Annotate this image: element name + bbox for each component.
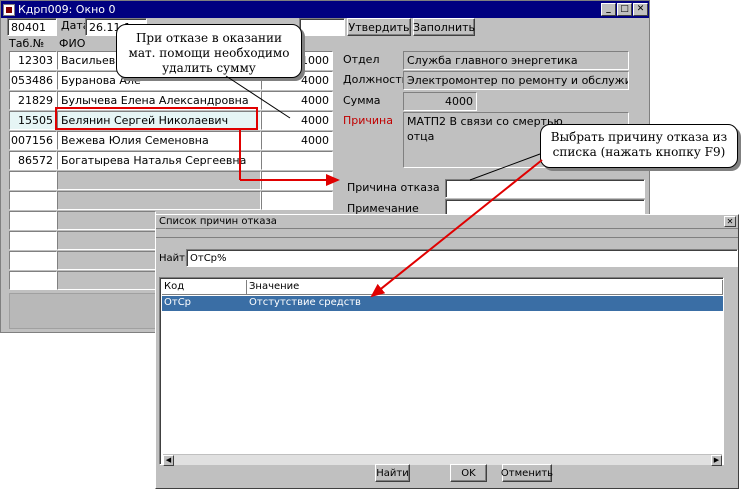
position-label: Должность (343, 73, 409, 86)
col-header-value: Значение (247, 280, 723, 295)
reason-row-selected[interactable]: ОтСр Отстутствие средств (162, 296, 723, 311)
find-input[interactable]: ОтСр% (186, 249, 738, 267)
refusal-reason-field[interactable] (445, 179, 645, 198)
refusal-reason-label: Причина отказа (347, 181, 440, 194)
callout1-line3: удалить сумму (162, 61, 256, 75)
fill-button[interactable]: Заполнить (413, 18, 475, 36)
position-value: Электромонтер по ремонту и обслуживанию (403, 71, 629, 90)
empty-row-fio[interactable] (57, 271, 156, 290)
empty-row-tabno[interactable] (9, 251, 57, 270)
callout2-line1: Выбрать причину отказа из (550, 130, 728, 144)
sum-label: Сумма (343, 94, 381, 107)
empty-row-tabno[interactable] (9, 271, 57, 290)
dialog-close-icon[interactable]: ✕ (724, 216, 736, 227)
row2-tabno[interactable]: 1053486 (9, 71, 57, 90)
row5-fio[interactable]: Вежева Юлия Семеновна (57, 131, 261, 150)
row4-fio[interactable]: Белянин Сергей Николаевич (57, 111, 261, 130)
empty-row-tabno[interactable] (9, 191, 57, 210)
reason-code: ОтСр (164, 297, 192, 308)
divider (156, 237, 738, 238)
row6-sum[interactable] (261, 151, 333, 170)
row5-sum[interactable]: 4000 (261, 131, 333, 150)
grid-footer (9, 293, 157, 329)
row4-sum[interactable]: 4000 (261, 111, 333, 130)
reason-value: Отстутствие средств (249, 297, 361, 308)
reason-label: Причина (343, 114, 393, 127)
horizontal-scrollbar[interactable]: ◀ ▶ (163, 454, 722, 466)
reasons-list: Код Значение ОтСр Отстутствие средств ◀ … (159, 277, 724, 466)
empty-row-fio[interactable] (57, 171, 261, 190)
empty-row-fio[interactable] (57, 251, 156, 270)
ok-button[interactable]: OK (450, 464, 487, 482)
row6-tabno[interactable]: 86572 (9, 151, 57, 170)
col-header-fio: ФИО (59, 37, 86, 50)
find-button[interactable]: Найти (375, 464, 410, 482)
scroll-right-icon[interactable]: ▶ (711, 455, 722, 466)
approve-button[interactable]: Утвердить (347, 18, 411, 36)
empty-row-fio[interactable] (57, 211, 156, 230)
row1-tabno[interactable]: 12303 (9, 51, 57, 70)
empty-row-tabno[interactable] (9, 231, 57, 250)
col-header-tabno: Таб.№ (9, 37, 45, 50)
callout1-line1: При отказе в оказании (135, 31, 283, 45)
row3-tabno[interactable]: 21829 (9, 91, 57, 110)
empty-row-tabno[interactable] (9, 211, 57, 230)
empty-row-tabno[interactable] (9, 171, 57, 190)
dept-value: Служба главного энергетика (403, 51, 629, 70)
col-header-code: Код (162, 280, 247, 295)
empty-row-fio[interactable] (57, 231, 156, 250)
row5-tabno[interactable]: 1007156 (9, 131, 57, 150)
close-icon[interactable]: ✕ (633, 3, 648, 16)
row3-fio[interactable]: Булычева Елена Александровна (57, 91, 261, 110)
maximize-icon[interactable]: □ (617, 3, 632, 16)
sum-value: 4000 (403, 92, 477, 111)
row6-fio[interactable]: Богатырева Наталья Сергеевна (57, 151, 261, 170)
scroll-left-icon[interactable]: ◀ (163, 455, 174, 466)
cancel-button[interactable]: Отменить (501, 464, 553, 482)
empty-row-sum[interactable] (261, 171, 333, 190)
blank-field[interactable] (299, 18, 345, 36)
record-id-field[interactable]: 80401 (7, 18, 57, 36)
empty-row-sum[interactable] (261, 191, 333, 210)
callout-select-reason: Выбрать причину отказа из списка (нажать… (540, 124, 738, 168)
refusal-reasons-dialog: Список причин отказа ✕ Найти ОтСр% Код З… (155, 214, 739, 489)
dialog-titlebar: Список причин отказа ✕ (156, 215, 738, 229)
callout2-line2: списка (нажать кнопку F9) (552, 145, 726, 159)
row4-tabno[interactable]: 15505 (9, 111, 57, 130)
window-title: Кдрп009: Окно 0 (18, 3, 116, 16)
callout1-line2: мат. помощи необходимо (128, 46, 290, 60)
window-titlebar: Кдрп009: Окно 0 _ □ ✕ (1, 1, 649, 18)
row3-sum[interactable]: 4000 (261, 91, 333, 110)
app-icon (3, 3, 15, 16)
dept-label: Отдел (343, 53, 380, 66)
callout-delete-sum: При отказе в оказании мат. помощи необхо… (116, 24, 302, 78)
dialog-title: Список причин отказа (159, 216, 277, 227)
minimize-icon[interactable]: _ (601, 3, 616, 16)
empty-row-fio[interactable] (57, 191, 261, 210)
